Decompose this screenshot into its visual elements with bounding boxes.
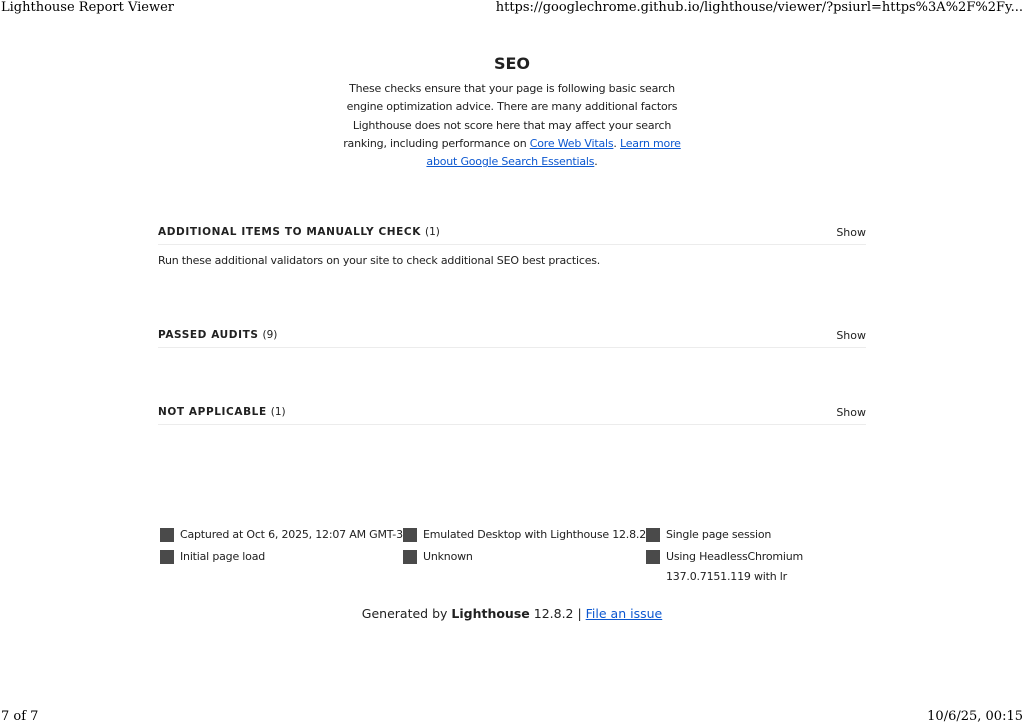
meta-text: Single page session — [666, 528, 772, 541]
meta-browser: Using HeadlessChromium 137.0.7151.119 wi… — [646, 547, 880, 587]
meta-text: Initial page load — [180, 550, 266, 563]
description-period: . — [594, 155, 598, 169]
page-load-icon — [160, 550, 174, 564]
category-description: These checks ensure that your page is fo… — [332, 80, 692, 171]
category-title: SEO — [493, 54, 531, 73]
meta-page-load: Initial page load — [160, 547, 403, 587]
group-count: (9) — [262, 329, 278, 341]
group-passed-audits: Passed audits (9) Show — [158, 323, 866, 348]
meta-text: Unknown — [423, 550, 473, 563]
group-header[interactable]: Not applicable (1) Show — [158, 400, 866, 425]
calendar-icon — [160, 528, 174, 542]
file-issue-link[interactable]: File an issue — [586, 606, 663, 621]
group-title-text: Not applicable — [158, 406, 267, 418]
desktop-icon — [403, 528, 417, 542]
group-title: Passed audits (9) — [158, 329, 277, 341]
show-toggle[interactable]: Show — [836, 406, 866, 419]
print-header: Lighthouse Report Viewer https://googlec… — [0, 0, 1024, 16]
print-page-url: https://googlechrome.github.io/lighthous… — [495, 0, 1023, 15]
show-toggle[interactable]: Show — [836, 226, 866, 239]
group-manual-checks: Additional items to manually check (1) Sh… — [158, 220, 866, 267]
meta-throttling: Unknown — [403, 547, 646, 587]
seo-category: SEO These checks ensure that your page i… — [158, 52, 866, 171]
lighthouse-version: 12.8.2 | — [529, 606, 586, 621]
generated-prefix: Generated by — [361, 606, 452, 621]
group-title-text: Passed audits — [158, 329, 259, 341]
group-description: Run these additional validators on your … — [158, 254, 601, 267]
run-metadata: Captured at Oct 6, 2025, 12:07 AM GMT-3 … — [160, 525, 880, 587]
group-count: (1) — [270, 406, 286, 418]
print-page-title: Lighthouse Report Viewer — [1, 0, 175, 15]
group-not-applicable: Not applicable (1) Show — [158, 400, 866, 425]
group-header[interactable]: Additional items to manually check (1) Sh… — [158, 220, 866, 245]
group-title: Additional items to manually check (1) — [158, 226, 440, 238]
chrome-icon — [646, 550, 660, 564]
meta-emulation: Emulated Desktop with Lighthouse 12.8.2 — [403, 525, 646, 545]
print-page-number: 7 of 7 — [1, 709, 39, 724]
lighthouse-brand: Lighthouse — [451, 606, 530, 621]
generated-by: Generated by Lighthouse 12.8.2 | File an… — [0, 606, 1024, 621]
group-count: (1) — [424, 226, 440, 238]
meta-session: Single page session — [646, 525, 880, 545]
description-separator: . — [613, 136, 620, 150]
group-header[interactable]: Passed audits (9) Show — [158, 323, 866, 348]
meta-capture-time: Captured at Oct 6, 2025, 12:07 AM GMT-3 — [160, 525, 403, 545]
meta-text: Captured at Oct 6, 2025, 12:07 AM GMT-3 — [180, 528, 403, 541]
show-toggle[interactable]: Show — [836, 329, 866, 342]
print-footer: 7 of 7 10/6/25, 00:15 — [0, 709, 1024, 725]
meta-text: Emulated Desktop with Lighthouse 12.8.2 — [423, 528, 646, 541]
print-datetime: 10/6/25, 00:15 — [927, 709, 1023, 724]
session-icon — [646, 528, 660, 542]
core-web-vitals-link[interactable]: Core Web Vitals — [530, 137, 614, 150]
group-title-text: Additional items to manually check — [158, 226, 421, 238]
meta-text: Using HeadlessChromium 137.0.7151.119 wi… — [666, 550, 804, 583]
group-title: Not applicable (1) — [158, 406, 286, 418]
throttling-icon — [403, 550, 417, 564]
